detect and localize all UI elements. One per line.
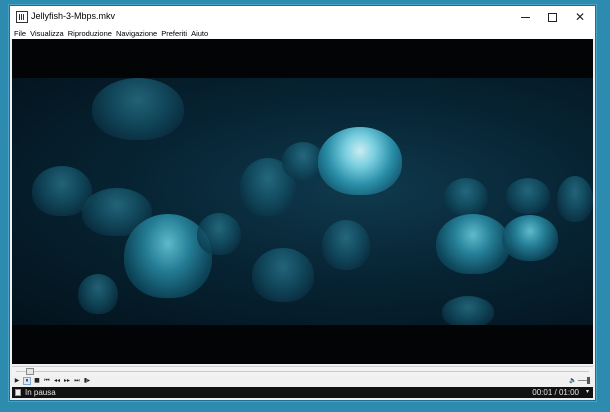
title-bar[interactable]: Jellyfish-3-Mbps.mkv ✕ bbox=[10, 6, 595, 28]
menu-riproduzione[interactable]: Riproduzione bbox=[68, 28, 112, 39]
window-title: Jellyfish-3-Mbps.mkv bbox=[31, 11, 116, 21]
menu-preferiti[interactable]: Preferiti bbox=[161, 28, 187, 39]
jellyfish bbox=[436, 214, 510, 274]
volume-knob[interactable] bbox=[586, 377, 590, 384]
menu-visualizza[interactable]: Visualizza bbox=[30, 28, 64, 39]
player-window: Jellyfish-3-Mbps.mkv ✕ File Visualizza R… bbox=[9, 5, 596, 401]
menu-navigazione[interactable]: Navigazione bbox=[116, 28, 157, 39]
menu-bar: File Visualizza Riproduzione Navigazione… bbox=[10, 28, 595, 39]
minimize-icon bbox=[520, 16, 530, 18]
jellyfish bbox=[197, 213, 241, 255]
playback-status: In pausa bbox=[25, 388, 56, 397]
volume-control[interactable]: 🔈 bbox=[569, 377, 590, 384]
jellyfish bbox=[442, 296, 494, 325]
close-icon: ✕ bbox=[574, 10, 586, 24]
menu-file[interactable]: File bbox=[14, 28, 26, 39]
status-icon bbox=[15, 389, 21, 396]
speaker-icon[interactable]: 🔈 bbox=[569, 377, 576, 384]
jellyfish bbox=[252, 248, 314, 302]
seek-track bbox=[16, 371, 589, 372]
jellyfish bbox=[322, 220, 370, 270]
play-button[interactable]: ▶ bbox=[13, 377, 21, 385]
media-player-icon bbox=[16, 11, 28, 23]
jellyfish bbox=[78, 274, 118, 314]
time-display[interactable]: 00:01 / 01:00 bbox=[532, 387, 579, 398]
stop-button[interactable]: ■ bbox=[33, 377, 41, 385]
pause-button[interactable]: ⏸ bbox=[23, 376, 31, 385]
video-area[interactable] bbox=[12, 39, 593, 364]
jellyfish bbox=[318, 127, 402, 195]
video-frame bbox=[12, 78, 593, 325]
chevron-down-icon[interactable]: ▾ bbox=[586, 387, 589, 398]
maximize-button[interactable] bbox=[537, 6, 567, 28]
maximize-icon bbox=[547, 12, 557, 22]
forward-button[interactable]: ▸▸ bbox=[63, 377, 71, 385]
playback-controls: ▶ ⏸ ■ ⏮ ◂◂ ▸▸ ⏭ ▮▸ 🔈 bbox=[12, 376, 593, 385]
frame-step-button[interactable]: ▮▸ bbox=[83, 377, 91, 385]
seek-thumb[interactable] bbox=[25, 368, 34, 375]
status-bar: In pausa 00:01 / 01:00 ▾ bbox=[12, 387, 593, 398]
jellyfish bbox=[506, 178, 550, 214]
seek-bar[interactable] bbox=[12, 366, 593, 376]
skip-forward-button[interactable]: ⏭ bbox=[73, 377, 81, 385]
jellyfish bbox=[557, 176, 593, 222]
jellyfish bbox=[92, 78, 184, 140]
rewind-button[interactable]: ◂◂ bbox=[53, 377, 61, 385]
minimize-button[interactable] bbox=[510, 6, 540, 28]
jellyfish bbox=[502, 215, 558, 261]
skip-back-button[interactable]: ⏮ bbox=[43, 377, 51, 385]
volume-slider[interactable] bbox=[578, 377, 590, 384]
jellyfish bbox=[444, 178, 488, 216]
menu-aiuto[interactable]: Aiuto bbox=[191, 28, 208, 39]
close-button[interactable]: ✕ bbox=[565, 6, 595, 28]
